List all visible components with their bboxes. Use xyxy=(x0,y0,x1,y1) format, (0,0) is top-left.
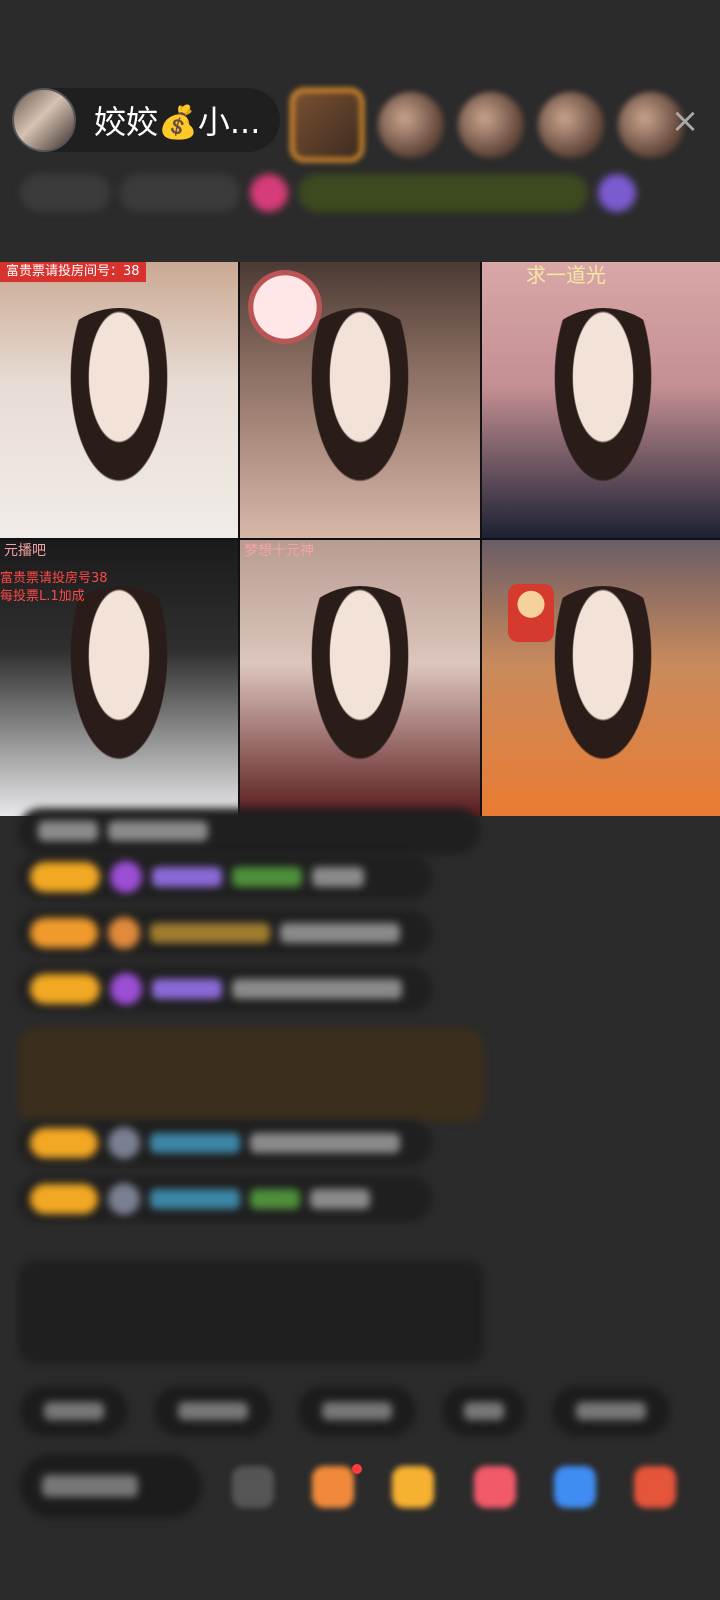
video-tile[interactable]: 元播吧 富贵票请投房号38 每投票L.1加成 xyxy=(0,540,238,816)
tag[interactable] xyxy=(250,174,288,212)
chat-message xyxy=(18,966,432,1012)
chat-message xyxy=(18,808,480,854)
tile-label: 求一道光 xyxy=(526,263,606,287)
close-icon[interactable]: × xyxy=(668,104,702,138)
quick-reply-button[interactable] xyxy=(442,1386,526,1436)
chat-message xyxy=(18,1176,432,1222)
streamer-figure xyxy=(44,586,194,816)
streamer-figure xyxy=(285,308,435,538)
tile-label: 梦想十元神 xyxy=(244,543,314,559)
tag[interactable] xyxy=(298,174,588,212)
fortune-god-icon xyxy=(508,584,554,642)
quick-reply-button[interactable] xyxy=(20,1386,128,1436)
chat-message xyxy=(18,910,432,956)
host-avatar[interactable] xyxy=(12,88,76,152)
chat-message-highlight xyxy=(18,1028,484,1122)
video-tile[interactable]: 求一道光 xyxy=(482,262,720,538)
streamer-figure xyxy=(285,586,435,816)
video-tile[interactable] xyxy=(482,540,720,816)
game-icon[interactable] xyxy=(554,1466,596,1508)
tag[interactable] xyxy=(598,174,636,212)
tag[interactable] xyxy=(20,174,110,212)
treasure-icon[interactable] xyxy=(392,1466,434,1508)
video-tile[interactable] xyxy=(240,262,480,538)
chat-message xyxy=(18,1120,432,1166)
tag-row[interactable] xyxy=(20,170,688,216)
video-tile[interactable]: 梦想十元神 xyxy=(240,540,480,816)
tile-label: 富贵票请投房间号：38 xyxy=(0,262,146,282)
money-bag-icon: 💰 xyxy=(158,103,198,141)
host-name-text: 姣姣 xyxy=(94,103,159,141)
tile-label: 元播吧 xyxy=(4,543,46,559)
streamer-figure xyxy=(44,308,194,538)
system-message xyxy=(18,1260,484,1364)
quick-reply-button[interactable] xyxy=(154,1386,272,1436)
comment-input[interactable] xyxy=(20,1454,202,1518)
notification-dot xyxy=(352,1464,362,1474)
video-grid[interactable]: 富贵票请投房间号：38 求一道光 元播吧 富贵票请投房号38 每投票L.1加成 … xyxy=(0,262,720,816)
chat-message xyxy=(18,854,432,900)
quick-replies[interactable] xyxy=(20,1386,670,1436)
host-name: 姣姣💰小... xyxy=(94,97,260,143)
viewer-avatar[interactable] xyxy=(538,92,604,158)
viewer-avatar[interactable] xyxy=(290,88,364,162)
streamer-figure xyxy=(528,308,678,538)
video-tile[interactable]: 富贵票请投房间号：38 xyxy=(0,262,238,538)
avatar-badge xyxy=(248,270,322,344)
viewer-avatars[interactable] xyxy=(290,88,684,162)
viewer-avatar[interactable] xyxy=(458,92,524,158)
quick-reply-button[interactable] xyxy=(298,1386,416,1436)
tag[interactable] xyxy=(120,174,240,212)
viewer-avatar[interactable] xyxy=(378,92,444,158)
quick-reply-button[interactable] xyxy=(552,1386,670,1436)
host-name-suffix: 小... xyxy=(197,103,261,141)
emoji-icon[interactable] xyxy=(232,1466,274,1508)
red-packet-icon[interactable] xyxy=(474,1466,516,1508)
gift-box-icon[interactable] xyxy=(312,1466,354,1508)
host-info[interactable]: 姣姣💰小... xyxy=(12,88,280,152)
gift-icon[interactable] xyxy=(634,1466,676,1508)
tile-label-2: 富贵票请投房号38 每投票L.1加成 xyxy=(0,571,108,604)
bottom-bar[interactable] xyxy=(0,1450,720,1530)
